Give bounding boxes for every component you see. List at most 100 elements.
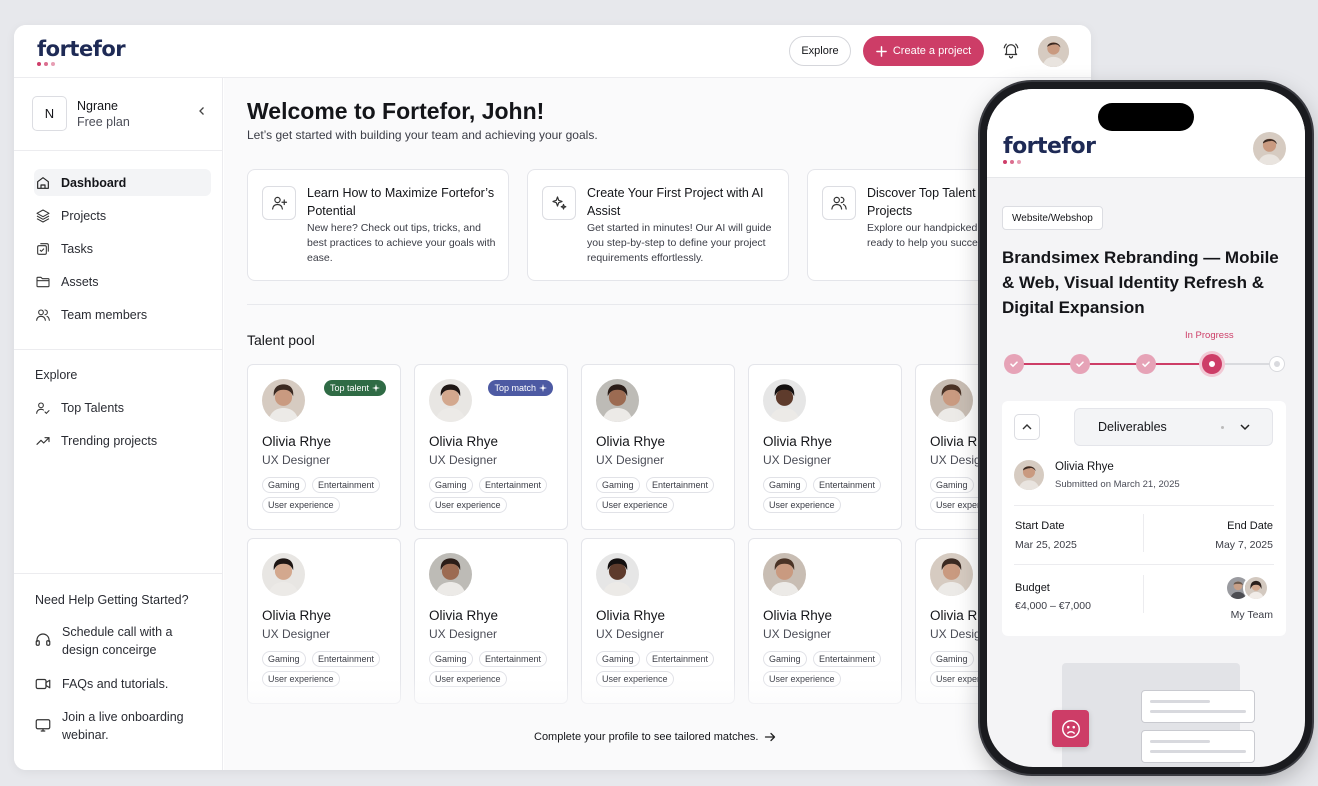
fortefor-logo[interactable]: fortefor	[37, 37, 126, 66]
sidebar-item-dashboard[interactable]: Dashboard	[34, 169, 211, 196]
onboarding-card-learn[interactable]: Learn How to Maximize Fortefor’s Potenti…	[247, 169, 509, 281]
talent-role: UX Designer	[429, 453, 498, 467]
chevron-down-icon	[1240, 424, 1250, 431]
talent-badge: Top match	[488, 380, 553, 396]
user-avatar[interactable]	[1253, 132, 1286, 165]
talent-card[interactable]: Top match Olivia Rhye UX Designer Gaming …	[414, 364, 568, 530]
talent-tag: Entertainment	[312, 477, 381, 493]
talent-tag: User experience	[763, 497, 841, 513]
chevron-up-icon	[1022, 424, 1032, 430]
talent-badge: Top talent	[323, 380, 386, 396]
talent-name: Olivia Rhye	[763, 434, 833, 449]
talent-role: UX Designer	[262, 627, 331, 641]
submitter-avatar	[1014, 460, 1044, 490]
sidebar-item-top-talents[interactable]: Top Talents	[34, 394, 211, 421]
team-avatars[interactable]	[1225, 575, 1273, 601]
talent-avatar	[429, 553, 472, 596]
card-title: Create Your First Project with AI Assist	[587, 186, 764, 218]
sidebar: N Ngrane Free plan Dashboard Projects Ta…	[14, 78, 223, 770]
talent-tag: Gaming	[763, 477, 807, 493]
bell-icon[interactable]	[1002, 41, 1020, 59]
talent-tag: Gaming	[262, 651, 306, 667]
logo-text: fortefor	[1003, 134, 1096, 159]
help-item-label: Join a live onboarding webinar.	[62, 710, 184, 742]
sparkle-icon	[552, 196, 567, 210]
talent-name: Olivia Rhye	[429, 608, 499, 623]
sidebar-item-tasks[interactable]: Tasks	[34, 235, 211, 262]
talent-avatar	[596, 379, 639, 422]
talent-name: Olivia Rhye	[262, 608, 332, 623]
talent-tag: Gaming	[429, 477, 473, 493]
explore-heading: Explore	[35, 368, 78, 382]
user-plus-icon	[272, 196, 288, 210]
talent-avatar	[930, 553, 973, 596]
talent-avatar	[262, 379, 305, 422]
users-icon	[36, 308, 50, 321]
complete-profile-label: Complete your profile to see tailored ma…	[534, 731, 759, 743]
create-project-button[interactable]: Create a project	[863, 36, 984, 66]
video-icon	[35, 678, 51, 690]
talent-avatar	[262, 553, 305, 596]
sidebar-item-trending-projects[interactable]: Trending projects	[34, 427, 211, 454]
status-label: In Progress	[1185, 330, 1234, 341]
placeholder-card	[1141, 690, 1255, 723]
sidebar-item-label: Top Talents	[61, 400, 125, 415]
page-subtitle: Let’s get started with building your tea…	[247, 128, 598, 142]
step-complete-icon	[1070, 354, 1090, 374]
end-date-label: End Date	[1227, 520, 1273, 532]
my-team-label: My Team	[1230, 609, 1273, 621]
talent-tag: Entertainment	[479, 651, 548, 667]
sidebar-item-projects[interactable]: Projects	[34, 202, 211, 229]
onboarding-card-create[interactable]: Create Your First Project with AI Assist…	[527, 169, 789, 281]
start-date-label: Start Date	[1015, 520, 1065, 532]
create-project-label: Create a project	[892, 45, 972, 57]
talent-tag: User experience	[429, 497, 507, 513]
arrow-right-icon	[765, 732, 776, 742]
talent-tag: Entertainment	[646, 651, 715, 667]
start-date-value: Mar 25, 2025	[1015, 539, 1077, 551]
talent-name: Olivia Rhye	[763, 608, 833, 623]
help-item-schedule-call[interactable]: Schedule call with a design conceirge	[34, 623, 209, 659]
sidebar-item-label: Team members	[61, 307, 148, 322]
explore-button[interactable]: Explore	[789, 36, 851, 66]
talent-role: UX Designer	[429, 627, 498, 641]
desktop-window: fortefor Explore Create a project N Ngra…	[14, 25, 1091, 770]
talent-tag: Gaming	[429, 651, 473, 667]
talent-card[interactable]: Olivia Rhye UX Designer Gaming Entertain…	[581, 364, 735, 530]
talent-card[interactable]: Olivia Rhye UX Designer Gaming Entertain…	[748, 364, 902, 530]
submitter-name: Olivia Rhye	[1055, 461, 1114, 473]
talent-tag: Gaming	[763, 651, 807, 667]
talent-role: UX Designer	[763, 627, 832, 641]
talent-tag: Entertainment	[813, 477, 882, 493]
talent-role: UX Designer	[262, 453, 331, 467]
help-item-label: Schedule call with a design conceirge	[62, 625, 173, 657]
talent-tag: User experience	[262, 497, 340, 513]
talent-card[interactable]: Top talent Olivia Rhye UX Designer Gaming…	[247, 364, 401, 530]
sad-face-icon	[1052, 710, 1089, 747]
talent-tag: Entertainment	[312, 651, 381, 667]
sidebar-item-assets[interactable]: Assets	[34, 268, 211, 295]
user-avatar[interactable]	[1038, 36, 1069, 67]
category-pill: Website/Webshop	[1002, 206, 1103, 230]
workspace-switcher[interactable]: N Ngrane Free plan	[32, 96, 207, 131]
talent-tag: Entertainment	[813, 651, 882, 667]
deliverables-label: Deliverables	[1098, 420, 1167, 434]
help-item-webinar[interactable]: Join a live onboarding webinar.	[34, 708, 209, 744]
sidebar-item-label: Projects	[61, 208, 107, 223]
talent-tag: Gaming	[262, 477, 306, 493]
user-check-icon	[36, 401, 50, 414]
help-item-faqs[interactable]: FAQs and tutorials.	[34, 675, 209, 693]
collapse-chevron-icon[interactable]	[197, 106, 207, 116]
trending-icon	[36, 436, 50, 445]
phone-screen: fortefor Website/Webshop Brandsimex Rebr…	[987, 89, 1305, 767]
complete-profile-link[interactable]: Complete your profile to see tailored ma…	[534, 731, 776, 743]
collapse-button[interactable]	[1014, 414, 1040, 440]
sidebar-item-label: Tasks	[61, 241, 93, 256]
fortefor-logo[interactable]: fortefor	[1003, 134, 1096, 164]
dynamic-island	[1098, 103, 1194, 131]
budget-value: €4,000 – €7,000	[1015, 600, 1091, 612]
sidebar-item-team-members[interactable]: Team members	[34, 301, 211, 328]
layers-icon	[36, 208, 50, 223]
placeholder-card	[1141, 730, 1255, 763]
deliverables-dropdown[interactable]: Deliverables	[1074, 408, 1273, 446]
